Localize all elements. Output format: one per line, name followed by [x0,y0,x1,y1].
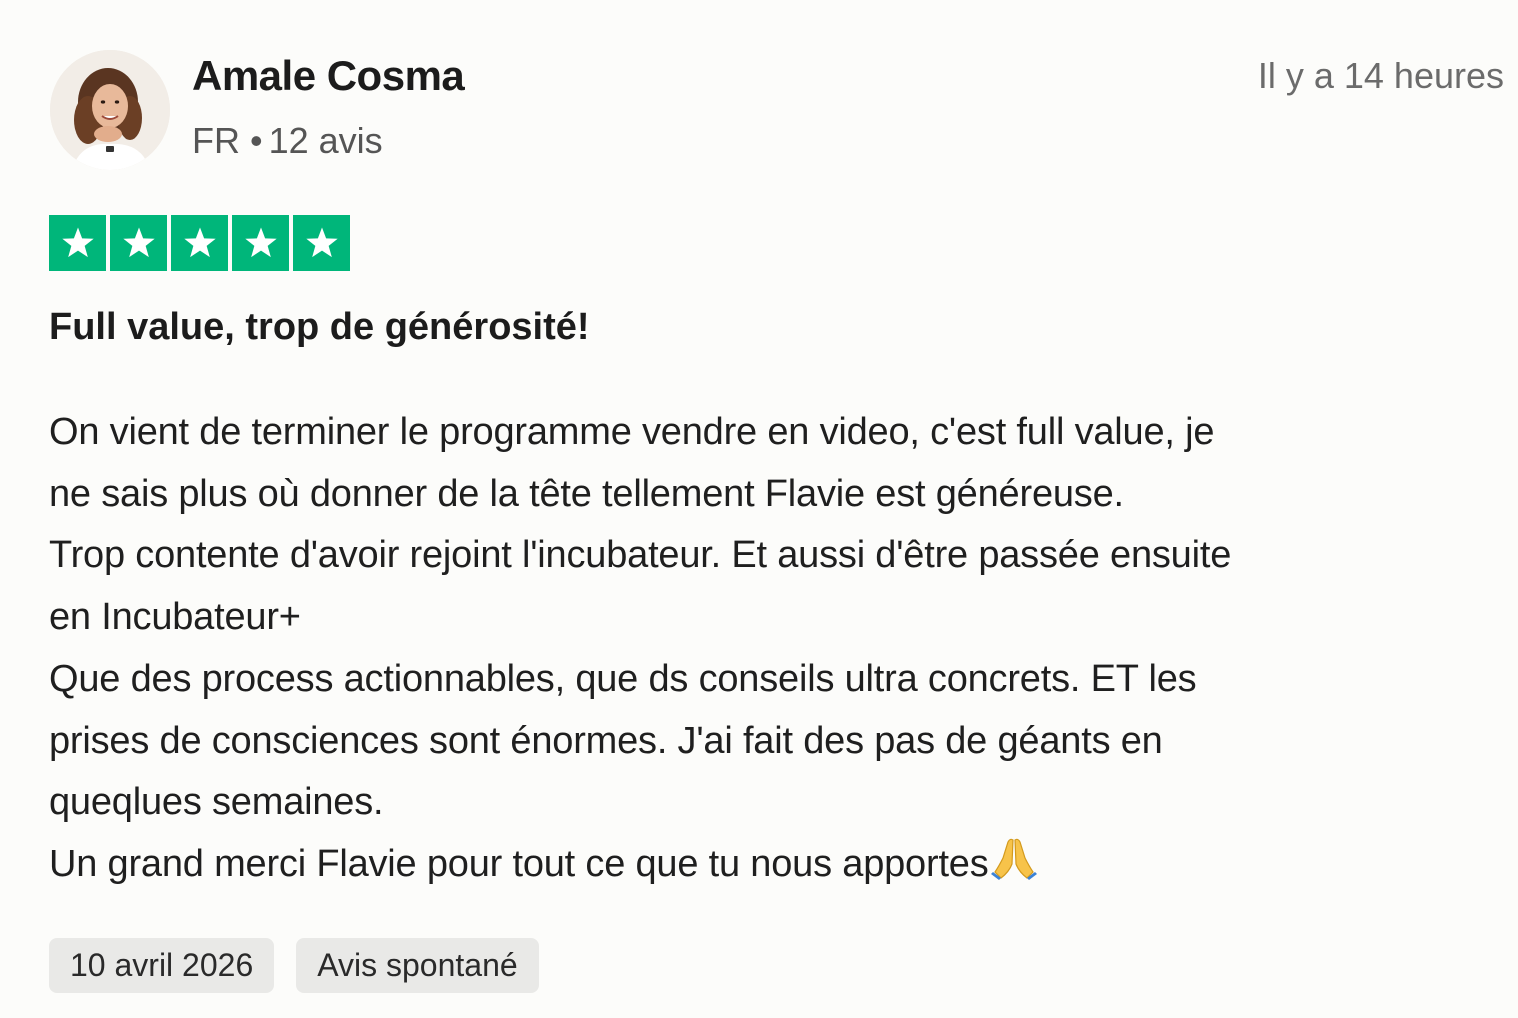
review-card: Amale Cosma FR • 12 avis Il y a 14 heures … [0,0,1518,1018]
reviewer-country: FR [192,120,240,161]
review-body-line: Que des process actionnables, que ds con… [49,657,1197,700]
star-rating [49,215,350,271]
reviewer-avatar[interactable] [50,50,170,170]
avatar-photo-icon [50,50,170,170]
review-body-last-line: Un grand merci Flavie pour tout ce que t… [49,834,1509,900]
star-icon [122,227,155,258]
star-box [49,215,106,271]
review-body-line: prises de consciences sont énormes. J'ai… [49,719,1163,762]
star-box [110,215,167,271]
star-icon [244,227,277,258]
star-icon [61,227,94,258]
review-title[interactable]: Full value, trop de générosité! [49,306,590,349]
reviewer-review-count[interactable]: 12 avis [269,120,383,161]
review-body-line: On vient de terminer le programme vendre… [49,411,1215,453]
star-box [232,215,289,271]
review-body-line: en Incubateur+ [49,596,301,639]
review-tags: 10 avril 2026 Avis spontané [49,938,539,993]
star-box [171,215,228,271]
review-body-line: Un grand merci Flavie pour tout ce que t… [49,842,989,885]
praying-hands-icon [990,836,1037,900]
review-date-tag: 10 avril 2026 [49,938,275,993]
star-icon [305,227,338,258]
review-type-tag[interactable]: Avis spontané [296,938,539,993]
reviewer-name[interactable]: Amale Cosma [192,52,465,100]
star-icon [183,227,216,258]
review-body-line: Trop contente d'avoir rejoint l'incubate… [49,534,1232,577]
star-box [293,215,350,271]
review-timestamp: Il y a 14 heures [1257,55,1504,96]
review-body-line: queqlues semaines. [49,781,384,824]
meta-separator: • [250,120,263,161]
reviewer-meta: FR • 12 avis [192,120,383,162]
review-body-line: ne sais plus où donner de la tête tellem… [49,472,1124,515]
review-body: On vient de terminer le programme vendre… [49,402,1509,900]
